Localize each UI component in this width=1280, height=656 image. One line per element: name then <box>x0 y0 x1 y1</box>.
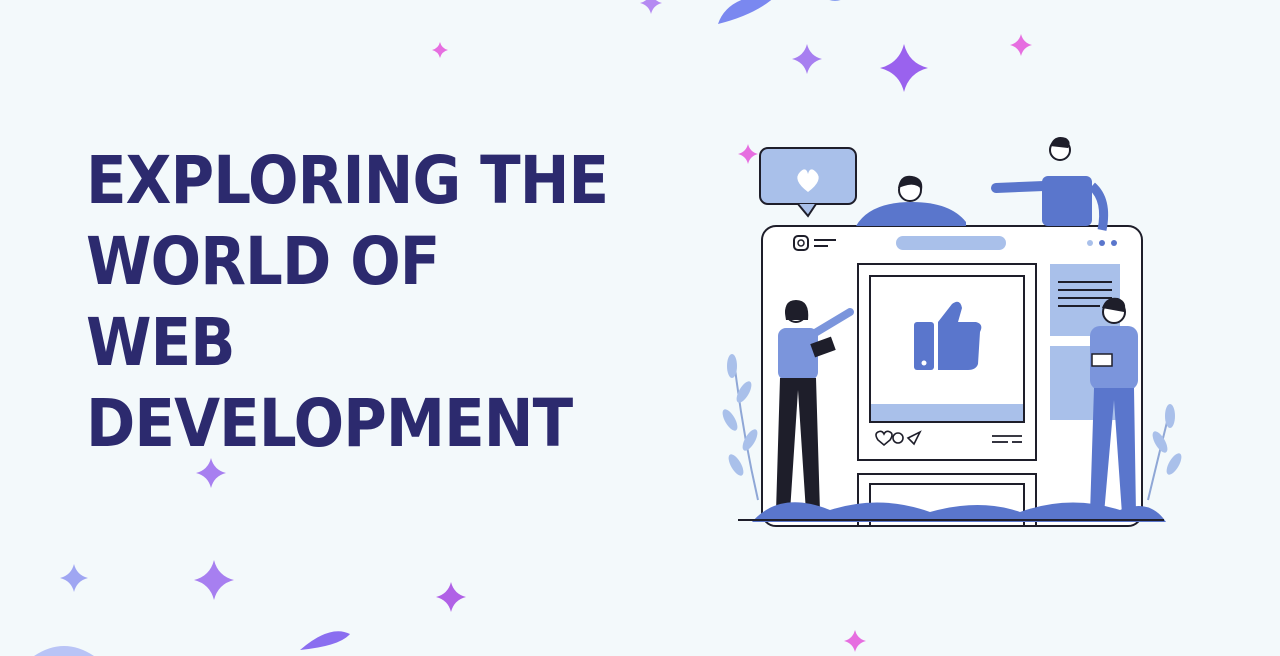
sparkle-icon <box>718 0 772 24</box>
sparkle-icon <box>34 646 94 656</box>
sparkle-icon <box>844 630 866 652</box>
heading-line-3: WEB <box>86 304 236 381</box>
heading-line-4: DEVELOPMENT <box>86 385 573 462</box>
sparkle-icon <box>436 582 466 612</box>
heading-line-2: WORLD OF <box>86 223 440 300</box>
person-top-man <box>991 137 1109 231</box>
sparkle-icon <box>1010 34 1032 56</box>
sparkle-icon <box>194 560 234 600</box>
sparkle-icon <box>640 0 662 14</box>
heading-line-1: EXPLORING THE <box>86 142 609 219</box>
plant-right <box>1147 404 1182 501</box>
plant-left <box>722 354 759 501</box>
social-media-illustration <box>722 137 1182 527</box>
sparkle-icon <box>300 631 350 650</box>
person-top-woman <box>856 175 966 226</box>
sparkle-icon <box>829 0 841 1</box>
sparkle-icon <box>880 44 928 92</box>
sparkle-icon <box>792 44 822 74</box>
sparkle-icon <box>60 564 88 592</box>
sparkle-icon <box>432 42 448 58</box>
sparkle-icon <box>196 458 226 488</box>
page-heading: EXPLORING THE WORLD OF WEB DEVELOPMENT <box>86 140 609 464</box>
